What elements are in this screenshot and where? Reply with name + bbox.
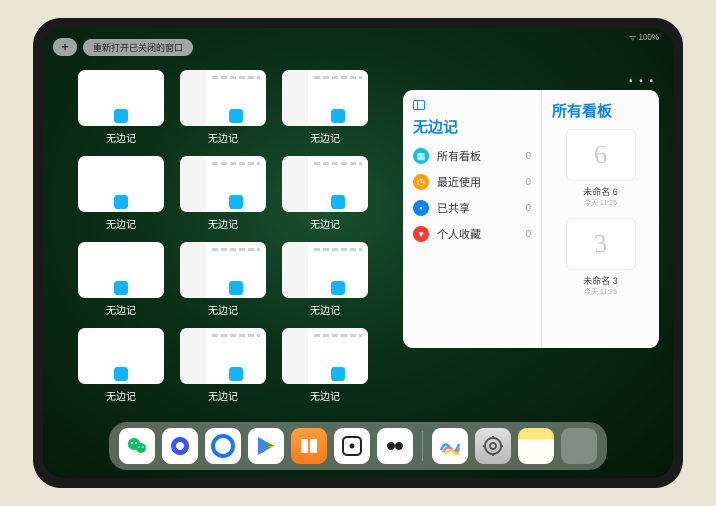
window-thumbnail[interactable]: 无边记 (177, 242, 269, 322)
nav-item-person[interactable]: ▪ 已共享 0 (413, 195, 531, 221)
board-sub: 今天 11:25 (556, 198, 646, 208)
person-icon: ▪ (413, 200, 429, 216)
panel-title: 无边记 (413, 116, 531, 137)
panel-left: 无边记 ▦ 所有看板 0 ◷ 最近使用 0 ▪ 已共享 0 ♥ 个人收藏 0 (403, 90, 541, 348)
top-left-controls: + 重新打开已关闭的窗口 (53, 38, 193, 56)
nav-count: 0 (525, 203, 531, 214)
window-thumbnail[interactable]: 无边记 (177, 70, 269, 150)
nav-list: ▦ 所有看板 0 ◷ 最近使用 0 ▪ 已共享 0 ♥ 个人收藏 0 (413, 143, 531, 247)
google-play-icon[interactable] (248, 428, 284, 464)
status-bar: ᯤ 100% (629, 32, 659, 43)
window-label: 无边记 (106, 130, 136, 145)
grid-icon: ▦ (413, 148, 429, 164)
notes-icon[interactable] (518, 428, 554, 464)
window-thumbnail[interactable]: 无边记 (279, 70, 371, 150)
window-thumbnail[interactable]: 无边记 (75, 156, 167, 236)
nav-count: 0 (525, 151, 531, 162)
window-thumbnail[interactable]: 无边记 (75, 242, 167, 322)
panel-right: 所有看板 6未命名 6今天 11:25 3未命名 3今天 11:25 (541, 90, 659, 348)
window-label: 无边记 (310, 302, 340, 317)
window-label: 无边记 (208, 302, 238, 317)
wechat-icon[interactable] (119, 428, 155, 464)
nav-label: 所有看板 (437, 148, 517, 164)
weread-icon[interactable] (334, 428, 370, 464)
window-label: 无边记 (106, 302, 136, 317)
nav-count: 0 (525, 177, 531, 188)
dock (109, 422, 607, 470)
app-switcher-grid: 无边记无边记无边记无边记无边记无边记无边记无边记无边记无边记无边记无边记 (75, 70, 371, 408)
window-controls-icon[interactable]: • • • (629, 76, 655, 87)
dock-divider (422, 431, 423, 461)
clock-icon: ◷ (413, 174, 429, 190)
ipad-frame: ᯤ 100% + 重新打开已关闭的窗口 无边记无边记无边记无边记无边记无边记无边… (33, 18, 683, 488)
window-label: 无边记 (208, 130, 238, 145)
window-thumbnail[interactable]: 无边记 (279, 242, 371, 322)
window-thumbnail[interactable]: 无边记 (177, 328, 269, 408)
new-window-button[interactable]: + (53, 38, 77, 56)
window-label: 无边记 (208, 388, 238, 403)
nav-label: 已共享 (437, 200, 517, 216)
window-thumbnail[interactable]: 无边记 (279, 328, 371, 408)
books-icon[interactable] (291, 428, 327, 464)
sidebar-toggle-icon[interactable] (413, 100, 425, 110)
board-card[interactable]: 3未命名 3今天 11:25 (556, 218, 646, 297)
board-label: 未命名 3 (556, 274, 646, 287)
window-label: 无边记 (310, 388, 340, 403)
boards-title: 所有看板 (552, 100, 649, 121)
nav-label: 个人收藏 (437, 226, 517, 242)
nav-item-heart[interactable]: ♥ 个人收藏 0 (413, 221, 531, 247)
app-library-icon[interactable] (561, 428, 597, 464)
window-label: 无边记 (310, 216, 340, 231)
nav-count: 0 (525, 229, 531, 240)
screen: ᯤ 100% + 重新打开已关闭的窗口 无边记无边记无边记无边记无边记无边记无边… (43, 28, 673, 478)
reopen-closed-pill[interactable]: 重新打开已关闭的窗口 (83, 39, 193, 56)
nav-item-clock[interactable]: ◷ 最近使用 0 (413, 169, 531, 195)
window-thumbnail[interactable]: 无边记 (177, 156, 269, 236)
freeform-sidebar-panel: • • • 无边记 ▦所有看板0◷最近使用0▪已共享0♥个人收藏0 所有看板 6… (403, 90, 659, 348)
heart-icon: ♥ (413, 226, 429, 242)
quark-icon[interactable] (162, 428, 198, 464)
alipay-icon[interactable] (205, 428, 241, 464)
board-label: 未命名 6 (556, 185, 646, 198)
window-thumbnail[interactable]: 无边记 (75, 328, 167, 408)
board-sub: 今天 11:25 (556, 287, 646, 297)
window-label: 无边记 (106, 388, 136, 403)
window-thumbnail[interactable]: 无边记 (279, 156, 371, 236)
board-card[interactable]: 6未命名 6今天 11:25 (556, 129, 646, 208)
window-thumbnail[interactable]: 无边记 (75, 70, 167, 150)
nav-label: 最近使用 (437, 174, 517, 190)
window-label: 无边记 (310, 130, 340, 145)
nav-item-grid[interactable]: ▦ 所有看板 0 (413, 143, 531, 169)
infinite-icon[interactable] (377, 428, 413, 464)
settings-icon[interactable] (475, 428, 511, 464)
window-label: 无边记 (106, 216, 136, 231)
freeform-icon[interactable] (432, 428, 468, 464)
boards-grid: 6未命名 6今天 11:25 3未命名 3今天 11:25 (552, 129, 649, 297)
window-label: 无边记 (208, 216, 238, 231)
